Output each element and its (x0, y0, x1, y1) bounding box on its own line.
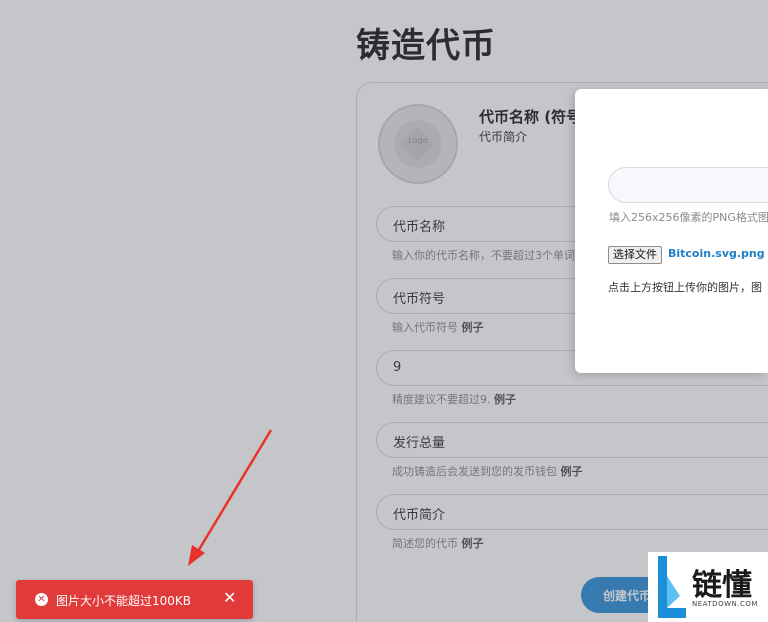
watermark-text: 链懂 (692, 568, 752, 603)
error-circle-icon: ✕ (35, 593, 48, 606)
arrow-shaft (195, 429, 273, 554)
watermark-l-icon (658, 556, 686, 618)
close-icon[interactable]: ✕ (223, 589, 236, 607)
watermark-logo: 链懂 NEATDOWN.COM (648, 552, 768, 622)
arrow-head (188, 545, 205, 566)
red-arrow-annotation (188, 429, 273, 566)
watermark-subtext: NEATDOWN.COM (692, 600, 758, 608)
error-toast-message: 图片大小不能超过100KB (56, 594, 192, 608)
error-toast: ✕ 图片大小不能超过100KB ✕ (16, 580, 253, 619)
